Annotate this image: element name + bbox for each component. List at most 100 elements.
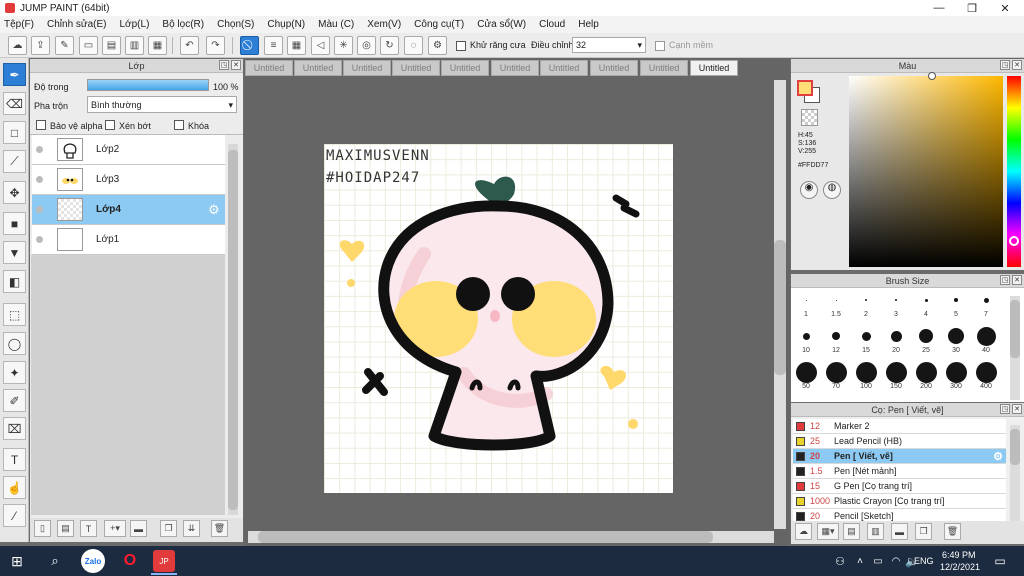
antialias-checkbox[interactable] (456, 41, 466, 51)
duplicate-layer-icon[interactable]: ❐ (160, 520, 177, 537)
merge-layer-icon[interactable]: ⇊ (183, 520, 200, 537)
pen-preset-row[interactable]: 20 Pencil [Sketch] (793, 509, 1006, 521)
brush-file-icon[interactable]: ▤ (843, 523, 860, 540)
gear-icon[interactable]: ⚙ (208, 202, 220, 218)
brush-size-option[interactable]: 2 (851, 289, 881, 318)
brush-size-option[interactable]: 400 (971, 361, 1001, 390)
brush-size-option[interactable]: 70 (821, 361, 851, 390)
visibility-icon[interactable] (36, 236, 43, 243)
drawing-canvas[interactable]: MAXIMUSVENN #HOIDAP247 (324, 144, 673, 493)
brush-size-option[interactable]: 100 (851, 361, 881, 390)
gear-icon[interactable]: ⚙ (993, 450, 1003, 463)
hue-cursor[interactable] (1009, 236, 1019, 246)
brush-scrollbar[interactable] (1010, 296, 1020, 400)
brush-size-option[interactable]: 30 (941, 325, 971, 354)
transparent-swatch[interactable] (801, 109, 818, 126)
brush-size-option[interactable]: 1 (791, 289, 821, 318)
move-tool-icon[interactable]: ✥ (3, 181, 26, 204)
export-icon[interactable]: ⇪ (31, 36, 50, 55)
text-tool-icon[interactable]: T (3, 448, 26, 471)
horizontal-scrollbar[interactable] (248, 531, 774, 543)
new-layer-icon[interactable]: ▯ (34, 520, 51, 537)
brush-size-option[interactable]: 7 (971, 289, 1001, 318)
brush-size-option[interactable]: 4 (911, 289, 941, 318)
brush-size-option[interactable]: 3 (881, 289, 911, 318)
line-tool-icon[interactable]: ⟋ (3, 150, 26, 173)
magic-wand-tool-icon[interactable]: ✦ (3, 361, 26, 384)
layer-scrollbar[interactable] (228, 144, 238, 515)
minimize-button[interactable]: — (922, 0, 956, 16)
radial-snap-icon[interactable]: ✳ (334, 36, 353, 55)
jump-paint-taskbar-icon[interactable]: JP (153, 550, 175, 572)
select-pen-tool-icon[interactable]: ✐ (3, 389, 26, 412)
adjust-select[interactable]: 32 ▾ (572, 37, 646, 53)
maximize-button[interactable]: ❐ (955, 0, 989, 16)
horizontal-scroll-thumb[interactable] (258, 531, 713, 543)
brush-size-option[interactable]: 300 (941, 361, 971, 390)
close-icon[interactable]: ✕ (1012, 60, 1022, 70)
brush-size-option[interactable]: 5 (941, 289, 971, 318)
palette-settings-icon[interactable]: ◍ (823, 181, 841, 199)
menu-file[interactable]: Tệp(F) (4, 19, 34, 30)
clock-date[interactable]: 12/2/2021 (940, 562, 980, 572)
undo-icon[interactable]: ↶ (180, 36, 199, 55)
bucket-tool-icon[interactable]: ▼ (3, 241, 26, 264)
menu-filter[interactable]: Bộ lọc(R) (162, 19, 204, 30)
comment-icon[interactable]: ✎ (55, 36, 74, 55)
folder-icon[interactable]: ▬ (891, 523, 908, 540)
gradient-tool-icon[interactable]: ◧ (3, 270, 26, 293)
new-halftone-layer-icon[interactable]: ▤ (57, 520, 74, 537)
fill-rect-tool-icon[interactable]: ■ (3, 212, 26, 235)
visibility-icon[interactable] (36, 206, 43, 213)
duplicate-brush-icon[interactable]: ❐ (915, 523, 932, 540)
page-icon[interactable]: ▤ (102, 36, 121, 55)
layer-row[interactable]: Lớp3 (32, 165, 225, 195)
correction-checkbox[interactable] (655, 41, 665, 51)
zalo-icon[interactable]: Zalo (81, 549, 105, 573)
snap-settings-icon[interactable]: ◌ (404, 36, 423, 55)
color-picker-cursor[interactable] (928, 72, 936, 80)
select-eraser-tool-icon[interactable]: ⌧ (3, 417, 26, 440)
opera-icon[interactable]: O (118, 549, 142, 573)
document-tab[interactable]: Untitled (343, 60, 391, 76)
saturation-value-picker[interactable] (849, 76, 1003, 267)
operation-tool-icon[interactable]: ☝ (3, 476, 26, 499)
brush-size-option[interactable]: 150 (881, 361, 911, 390)
close-icon[interactable]: ✕ (1012, 275, 1022, 285)
lock-checkbox[interactable] (174, 120, 184, 130)
brush-size-option[interactable]: 20 (881, 325, 911, 354)
message-icon[interactable]: ▭ (79, 36, 98, 55)
document-tab[interactable]: Untitled (640, 60, 688, 76)
trash-icon[interactable]: 🗑 (211, 520, 228, 537)
document-tab[interactable]: Untitled (441, 60, 489, 76)
menu-edit[interactable]: Chỉnh sửa(E) (47, 19, 107, 30)
brush-size-option[interactable]: 12 (821, 325, 851, 354)
cloud-download-icon[interactable]: ☁ (795, 523, 812, 540)
protect-alpha-checkbox[interactable] (36, 120, 46, 130)
pen-preset-row[interactable]: 1000 Plastic Crayon [Cọ trang trí] (793, 494, 1006, 509)
pen-preset-row[interactable]: 25 Lead Pencil (HB) (793, 434, 1006, 449)
document-tab[interactable]: Untitled (245, 60, 293, 76)
gear-icon[interactable]: ⚙ (428, 36, 447, 55)
blend-mode-select[interactable]: Bình thường ▾ (87, 96, 237, 113)
brush-size-option[interactable]: 1.5 (821, 289, 851, 318)
layer-row[interactable]: Lớp1 (32, 225, 225, 255)
pen-scroll-thumb[interactable] (1010, 429, 1020, 465)
document-tab[interactable]: Untitled (491, 60, 539, 76)
add-layer-menu-icon[interactable]: +▾ (104, 520, 126, 537)
lasso-tool-icon[interactable]: ◯ (3, 332, 26, 355)
pen-preset-row[interactable]: 20 Pen [ Viết, vẽ] ⚙ (793, 449, 1006, 464)
doc-icon[interactable]: ▥ (125, 36, 144, 55)
close-icon[interactable]: ✕ (231, 60, 241, 70)
close-button[interactable]: ✕ (988, 0, 1022, 16)
menu-select[interactable]: Chọn(S) (217, 19, 254, 30)
layer-row[interactable]: Lớp4 ⚙ (32, 195, 225, 225)
vertical-scroll-thumb[interactable] (774, 240, 786, 375)
windows-start-icon[interactable]: ⊞ (5, 549, 29, 573)
menu-cloud[interactable]: Cloud (539, 19, 565, 30)
palette-icon[interactable]: ◉ (800, 181, 818, 199)
clock-time[interactable]: 6:49 PM (942, 550, 976, 560)
brush-size-option[interactable]: 25 (911, 325, 941, 354)
menu-view[interactable]: Xem(V) (367, 19, 401, 30)
trash-icon[interactable]: 🗑 (944, 523, 961, 540)
